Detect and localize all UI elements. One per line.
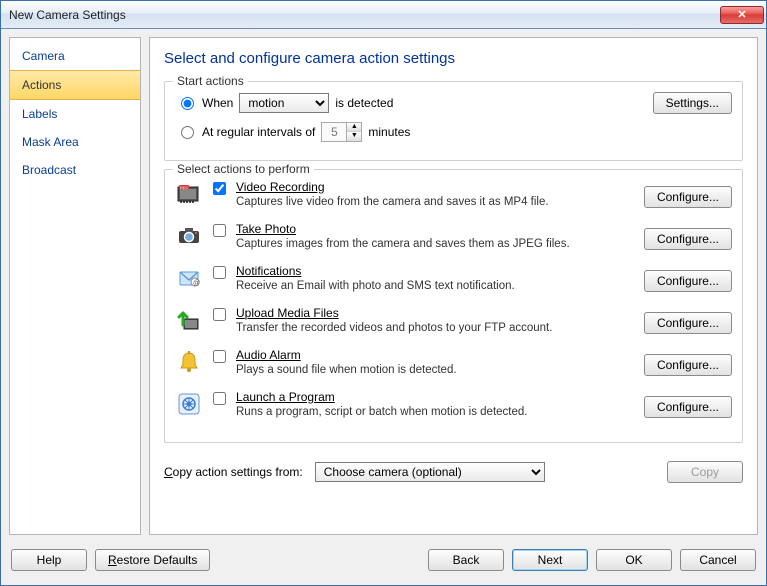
when-row: When motion is detected Settings...	[175, 92, 732, 114]
copy-button[interactable]: Copy	[667, 461, 743, 483]
action-text: Video Recording Captures live video from …	[236, 180, 634, 208]
intervals-radio[interactable]	[181, 126, 194, 139]
configure-button[interactable]: Configure...	[644, 354, 732, 376]
intervals-row: At regular intervals of ▲ ▼ minutes	[175, 122, 732, 142]
configure-button[interactable]: Configure...	[644, 270, 732, 292]
page-title: Select and configure camera action setti…	[164, 50, 743, 67]
action-row: Take Photo Captures images from the camer…	[175, 222, 732, 250]
action-text: Audio Alarm Plays a sound file when motio…	[236, 348, 634, 376]
cancel-button[interactable]: Cancel	[680, 549, 756, 571]
action-text: Launch a Program Runs a program, script o…	[236, 390, 634, 418]
footer: Help Restore Defaults Back Next OK Cance…	[9, 541, 758, 585]
configure-button[interactable]: Configure...	[644, 186, 732, 208]
ok-button[interactable]: OK	[596, 549, 672, 571]
configure-button[interactable]: Configure...	[644, 312, 732, 334]
spinner-up-icon[interactable]: ▲	[347, 123, 361, 132]
action-checkbox[interactable]	[213, 308, 226, 321]
spinner-down-icon[interactable]: ▼	[347, 132, 361, 141]
spinner-buttons: ▲ ▼	[346, 123, 361, 141]
help-button[interactable]: Help	[11, 549, 87, 571]
copy-label: Copy action settings from:	[164, 465, 303, 479]
window: New Camera Settings ✕ Camera Actions Lab…	[0, 0, 767, 586]
upload-icon	[175, 306, 203, 334]
action-title[interactable]: Upload Media Files	[236, 306, 634, 320]
back-button[interactable]: Back	[428, 549, 504, 571]
start-actions-legend: Start actions	[173, 74, 248, 88]
copy-row: Copy action settings from: Choose camera…	[164, 461, 743, 483]
window-body: Camera Actions Labels Mask Area Broadcas…	[1, 29, 766, 585]
next-button[interactable]: Next	[512, 549, 588, 571]
action-text: Notifications Receive an Email with photo…	[236, 264, 634, 292]
action-title[interactable]: Launch a Program	[236, 390, 634, 404]
intervals-spinner[interactable]: ▲ ▼	[321, 122, 362, 142]
action-title[interactable]: Video Recording	[236, 180, 634, 194]
restore-defaults-button[interactable]: Restore Defaults	[95, 549, 210, 571]
action-title[interactable]: Take Photo	[236, 222, 634, 236]
motion-select[interactable]: motion	[239, 93, 329, 113]
intervals-value[interactable]	[322, 125, 346, 139]
action-title[interactable]: Notifications	[236, 264, 634, 278]
sidebar-item-labels[interactable]: Labels	[10, 100, 140, 128]
action-title[interactable]: Audio Alarm	[236, 348, 634, 362]
action-desc: Captures live video from the camera and …	[236, 196, 634, 208]
action-desc: Plays a sound file when motion is detect…	[236, 364, 634, 376]
photo-icon	[175, 222, 203, 250]
mail-icon: @	[175, 264, 203, 292]
action-desc: Captures images from the camera and save…	[236, 238, 634, 250]
action-row: Upload Media Files Transfer the recorded …	[175, 306, 732, 334]
when-label: When	[202, 96, 233, 110]
actions-list: REC Video Recording Captures live video fr…	[175, 180, 732, 418]
action-row: Audio Alarm Plays a sound file when motio…	[175, 348, 732, 376]
action-checkbox[interactable]	[213, 266, 226, 279]
main-area: Camera Actions Labels Mask Area Broadcas…	[9, 37, 758, 535]
action-row: Launch a Program Runs a program, script o…	[175, 390, 732, 418]
action-desc: Transfer the recorded videos and photos …	[236, 322, 634, 334]
sidebar: Camera Actions Labels Mask Area Broadcas…	[9, 37, 141, 535]
action-checkbox[interactable]	[213, 224, 226, 237]
settings-button[interactable]: Settings...	[653, 92, 732, 114]
window-title: New Camera Settings	[9, 8, 126, 22]
sidebar-item-broadcast[interactable]: Broadcast	[10, 156, 140, 184]
action-desc: Runs a program, script or batch when mot…	[236, 406, 634, 418]
svg-text:@: @	[193, 280, 200, 287]
action-checkbox[interactable]	[213, 350, 226, 363]
sidebar-item-actions[interactable]: Actions	[10, 70, 140, 100]
configure-button[interactable]: Configure...	[644, 396, 732, 418]
intervals-label: At regular intervals of	[202, 125, 315, 139]
action-row: REC Video Recording Captures live video fr…	[175, 180, 732, 208]
detected-label: is detected	[335, 96, 393, 110]
start-actions-group: Start actions When motion is detected Se…	[164, 81, 743, 161]
close-button[interactable]: ✕	[720, 6, 764, 24]
sidebar-item-camera[interactable]: Camera	[10, 42, 140, 70]
when-radio[interactable]	[181, 97, 194, 110]
program-icon	[175, 390, 203, 418]
sidebar-item-mask-area[interactable]: Mask Area	[10, 128, 140, 156]
action-checkbox[interactable]	[213, 392, 226, 405]
action-desc: Receive an Email with photo and SMS text…	[236, 280, 634, 292]
bell-icon	[175, 348, 203, 376]
titlebar: New Camera Settings ✕	[1, 1, 766, 29]
video-icon: REC	[175, 180, 203, 208]
action-text: Upload Media Files Transfer the recorded …	[236, 306, 634, 334]
select-actions-group: Select actions to perform RECVideo Recor…	[164, 169, 743, 443]
action-row: @ Notifications Receive an Email with phot…	[175, 264, 732, 292]
copy-camera-select[interactable]: Choose camera (optional)	[315, 462, 545, 482]
action-text: Take Photo Captures images from the camer…	[236, 222, 634, 250]
content-pane: Select and configure camera action setti…	[149, 37, 758, 535]
select-actions-legend: Select actions to perform	[173, 162, 314, 176]
action-checkbox[interactable]	[213, 182, 226, 195]
configure-button[interactable]: Configure...	[644, 228, 732, 250]
close-icon: ✕	[737, 8, 746, 21]
intervals-unit: minutes	[368, 125, 410, 139]
